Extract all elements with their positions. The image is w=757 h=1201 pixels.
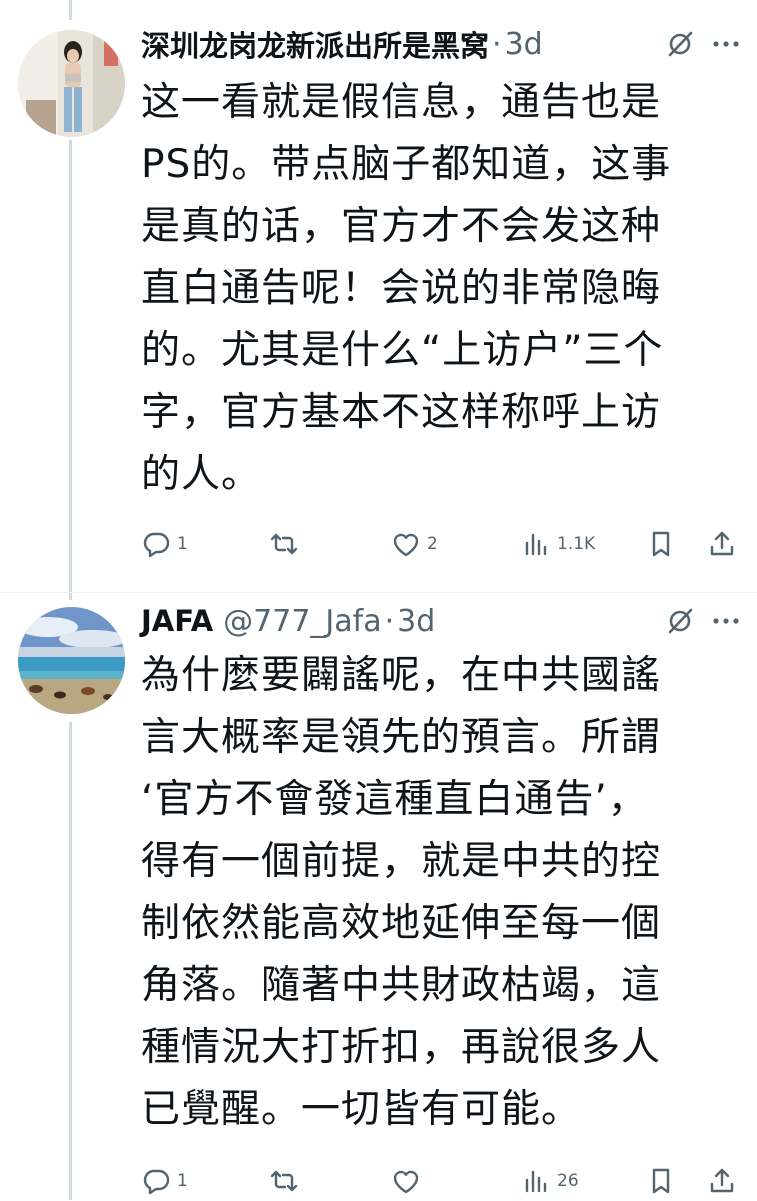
user-handle[interactable]: @777_Jafa — [223, 604, 381, 639]
like-button[interactable] — [391, 1161, 427, 1201]
reply-button[interactable]: 1 — [141, 1161, 188, 1201]
views-button[interactable]: 26 — [521, 1161, 579, 1201]
share-icon — [710, 531, 734, 556]
separator-dot: · — [492, 26, 502, 62]
action-bar: 1 2 1.1K — [141, 524, 741, 564]
heart-icon — [393, 1170, 419, 1194]
retweet-icon — [270, 1170, 298, 1192]
tweet-text-line: 是真的话，官方才不会发这种 — [141, 204, 662, 249]
display-name[interactable]: 深圳龙岗龙新派出所是黑窝 — [141, 23, 489, 65]
reply-count: 1 — [177, 534, 188, 554]
tweet-text: 為什麼要闢謠呢，在中共國謠 言大概率是領先的預言。所謂 ‘官方不會發這種直白通告… — [141, 645, 731, 1141]
tweet-text-line: 言大概率是領先的預言。所謂 — [141, 715, 662, 760]
views-button[interactable]: 1.1K — [521, 524, 595, 564]
like-button[interactable]: 2 — [391, 524, 438, 564]
like-count: 2 — [427, 534, 438, 554]
bookmark-button[interactable] — [646, 1161, 676, 1201]
tweet-text-line: 这一看就是假信息，通告也是 — [141, 80, 662, 125]
heart-icon — [393, 533, 419, 557]
reply-count: 1 — [177, 1171, 188, 1191]
separator-dot: · — [384, 603, 395, 639]
retweet-button[interactable] — [269, 1161, 305, 1201]
timestamp[interactable]: 3d — [397, 604, 435, 639]
tweet-text-line: 種情況大打折扣，再說很多人 — [141, 1025, 662, 1070]
reply-icon — [143, 1169, 170, 1195]
display-name[interactable]: JAFA — [141, 604, 213, 638]
views-icon — [525, 1170, 547, 1193]
tweet-text-line: 角落。隨著中共財政枯竭，這 — [141, 963, 662, 1008]
tweet-text-line: 直白通告呢！会说的非常隐晦 — [141, 266, 662, 311]
views-count: 26 — [557, 1171, 579, 1191]
tweet-header: JAFA @777_Jafa · 3d — [141, 595, 435, 647]
bookmark-button[interactable] — [646, 524, 676, 564]
tweet-text: 这一看就是假信息，通告也是 PS的。带点脑子都知道，这事 是真的话，官方才不会发… — [141, 72, 731, 506]
tweet-text-line: 字，官方基本不这样称呼上访 — [141, 390, 662, 435]
retweet-icon — [270, 533, 298, 555]
share-button[interactable] — [707, 524, 737, 564]
tweet-text-line: 已覺醒。一切皆有可能。 — [141, 1087, 582, 1132]
tweet-header: 深圳龙岗龙新派出所是黑窝 · 3d — [141, 18, 543, 70]
action-bar: 1 26 — [141, 1161, 741, 1201]
timestamp[interactable]: 3d — [505, 27, 543, 62]
bookmark-icon — [652, 1168, 670, 1194]
reply-icon — [143, 532, 170, 558]
share-button[interactable] — [707, 1161, 737, 1201]
tweet-text-line: 制依然能高效地延伸至每一個 — [141, 901, 662, 946]
reply-button[interactable]: 1 — [141, 524, 188, 564]
tweet-text-line: 的。尤其是什么“上访户”三个 — [141, 328, 664, 373]
grok-icon[interactable] — [664, 605, 696, 637]
lake-landscape-avatar-image — [18, 607, 125, 714]
tweet-text-line: PS的。带点脑子都知道，这事 — [141, 142, 672, 187]
tweet-text-line: 的人。 — [141, 452, 262, 497]
grok-icon[interactable] — [664, 28, 696, 60]
tweet-text-line: 得有一個前提，就是中共的控 — [141, 839, 662, 884]
views-icon — [525, 533, 547, 556]
tweet-1[interactable]: 深圳龙岗龙新派出所是黑窝 · 3d 这一看就是假信息，通告也是 PS的。带点脑子… — [0, 0, 757, 590]
more-options-icon[interactable] — [710, 605, 742, 637]
avatar[interactable] — [18, 30, 125, 137]
woman-photo-avatar-image — [18, 30, 125, 137]
tweet-2[interactable]: JAFA @777_Jafa · 3d 為什麼要闢謠呢，在中共國謠 言大概率是領… — [0, 593, 757, 1200]
bookmark-icon — [652, 531, 670, 557]
tweet-text-line: ‘官方不會發這種直白通告’， — [141, 777, 648, 822]
retweet-button[interactable] — [269, 524, 305, 564]
share-icon — [710, 1168, 734, 1193]
avatar[interactable] — [18, 607, 125, 714]
more-options-icon[interactable] — [710, 28, 742, 60]
views-count: 1.1K — [557, 534, 596, 554]
tweet-text-line: 為什麼要闢謠呢，在中共國謠 — [141, 653, 662, 698]
